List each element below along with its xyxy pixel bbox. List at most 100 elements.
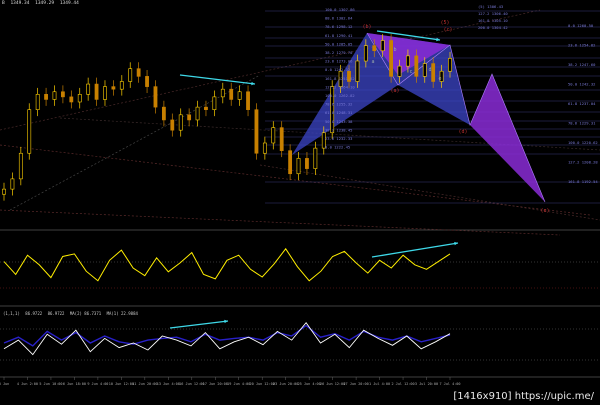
divergence-arrow-2 xyxy=(371,242,459,258)
candle-body-4 xyxy=(35,94,40,110)
x-tick-label-15: 27 Jun 20:00 xyxy=(343,382,368,386)
top-fib-label-2: 161.8 1305.10 xyxy=(478,18,508,23)
candle-body-28 xyxy=(237,91,242,100)
fib-label-10: 100.0 1262.82 xyxy=(325,93,355,98)
chart-header: B 1349.34 1349.29 1349.44 xyxy=(2,1,82,6)
candle-body-2 xyxy=(18,152,23,180)
stoch-ma-1: MA(2) 86.7371 xyxy=(69,311,102,316)
candle-body-29 xyxy=(246,91,250,110)
wave-label-1: a xyxy=(371,59,374,65)
wave-label-9: (e) xyxy=(540,208,549,214)
divergence-arrow-0 xyxy=(179,74,256,85)
candle-body-16 xyxy=(136,68,141,77)
x-tick-label-0: 3 Jun xyxy=(0,382,9,386)
x-tick-label-16: 1 Jul 4:00 xyxy=(369,382,390,386)
fib-label-11: 78.6 1255.32 xyxy=(325,102,352,107)
oscillator-panel xyxy=(0,247,600,289)
wave-label-8: (d) xyxy=(458,129,467,135)
right-fib-label-3: 50.0 1242.32 xyxy=(568,82,595,87)
fib-label-8: 161.8 1251.82 xyxy=(325,76,355,81)
stochastic-signal-line xyxy=(3,324,451,347)
right-fib-label-4: 61.8 1237.04 xyxy=(568,101,596,106)
stoch-value-1: 86.9722 xyxy=(25,311,43,316)
candle-body-37 xyxy=(313,147,318,169)
x-tick-label-8: 16 Jun 12:00 xyxy=(179,382,204,386)
x-tick-label-5: 10 Jun 12:00 xyxy=(109,382,134,386)
x-tick-label-18: 3 Jul 20:00 xyxy=(415,382,438,386)
right-fib-label-0: 0.0 1260.50 xyxy=(568,23,594,28)
right-fib-label-5: 78.6 1229.31 xyxy=(568,121,596,126)
candle-body-36 xyxy=(305,158,309,169)
candle-body-21 xyxy=(178,114,183,131)
wave-label-4: d xyxy=(428,67,431,73)
fib-label-7: 0.0 1262.32 xyxy=(325,67,350,72)
candle-body-1 xyxy=(10,178,15,190)
fib-label-13: 50.0 1243.38 xyxy=(325,119,353,124)
fib-label-16: 0.0 1222.45 xyxy=(325,145,350,150)
candle-body-18 xyxy=(153,86,158,108)
candle-body-6 xyxy=(52,91,57,100)
projection-pattern xyxy=(470,74,545,202)
candle-body-27 xyxy=(229,88,234,100)
x-tick-label-14: 26 Jun 12:00 xyxy=(320,382,345,386)
divergence-arrow-3 xyxy=(169,320,229,329)
x-tick-label-2: 5 Jun 10:00 xyxy=(39,382,62,386)
candle-body-9 xyxy=(77,94,82,103)
x-tick-label-11: 20 Jun 12:00 xyxy=(250,382,275,386)
watermark: [1416x910] https://upic.me/ xyxy=(449,390,598,403)
x-tick-label-3: 6 Jun 18:00 xyxy=(63,382,86,386)
candle-body-14 xyxy=(119,81,124,90)
candle-body-46 xyxy=(389,40,393,77)
fib-label-15: 23.6 1232.33 xyxy=(325,136,352,141)
candle-body-10 xyxy=(86,83,91,95)
price-low: 1349.44 xyxy=(59,1,79,6)
fib-label-6: 23.6 1273.06 xyxy=(325,59,353,64)
stoch-value-2: 86.9722 xyxy=(47,311,65,316)
top-fib-label-0: (5) 1306.43 xyxy=(478,4,503,9)
candle-body-30 xyxy=(254,109,259,154)
candle-body-31 xyxy=(262,142,267,154)
candle-body-49 xyxy=(414,55,419,77)
candle-body-23 xyxy=(195,106,200,121)
fib-label-9: 127.2 1264.10 xyxy=(325,84,355,89)
fib-label-2: 78.6 1298.12 xyxy=(325,24,352,29)
x-tick-label-6: 11 Jun 20:00 xyxy=(132,382,157,386)
candle-body-11 xyxy=(94,83,99,100)
candle-body-5 xyxy=(44,94,48,100)
time-axis: 3 Jun 4 Jun 2:005 Jun 10:006 Jun 18:009 J… xyxy=(0,377,461,386)
fib-label-0: 100.0 1307.86 xyxy=(325,7,355,12)
candle-body-42 xyxy=(355,60,360,82)
candle-body-50 xyxy=(422,63,427,77)
oscillator-line xyxy=(3,247,451,282)
candle-body-32 xyxy=(271,127,276,144)
candle-body-15 xyxy=(128,68,133,82)
candle-body-17 xyxy=(145,76,149,87)
candle-body-47 xyxy=(397,65,402,77)
stochastic-panel xyxy=(0,321,600,361)
candle-body-48 xyxy=(406,55,410,67)
candle-body-26 xyxy=(220,88,225,98)
candle-body-44 xyxy=(372,45,377,52)
symbol-label: B xyxy=(2,1,5,6)
stochastic-header: (1,1,1) 86.9722 86.9722 MA(2) 86.7371 MA… xyxy=(3,311,141,316)
price-chart[interactable]: 100.0 1307.86 88.6 1302.64 78.6 1298.12 61.… xyxy=(0,0,600,405)
candle-body-43 xyxy=(363,45,368,62)
stoch-params: (1,1,1) xyxy=(3,311,20,316)
candle-body-0 xyxy=(2,188,6,195)
candle-body-51 xyxy=(431,63,436,82)
stoch-ma-2: MA(1) 22.9884 xyxy=(106,311,138,316)
x-tick-label-1: 4 Jun 2:00 xyxy=(17,382,38,386)
x-tick-label-17: 2 Jul 12:00 xyxy=(391,382,414,386)
candle-body-13 xyxy=(111,86,116,90)
candle-body-22 xyxy=(187,114,192,121)
candle-body-20 xyxy=(170,119,175,131)
fib-label-5: 38.2 1279.70 xyxy=(325,50,353,55)
top-fib-label-1: 127.2 1306.40 xyxy=(478,11,508,16)
right-fib-label-6: 100.0 1220.62 xyxy=(568,140,598,145)
x-tick-label-10: 19 Jun 4:00 xyxy=(227,382,250,386)
top-fib-label-3: 200.0 1304.42 xyxy=(478,25,508,30)
x-tick-label-12: 23 Jun 20:00 xyxy=(273,382,298,386)
right-fib-label-7: 127.2 1208.28 xyxy=(568,160,598,165)
x-tick-label-7: 13 Jun 4:00 xyxy=(157,382,180,386)
right-fib-label-8: 161.8 1192.54 xyxy=(568,179,598,184)
